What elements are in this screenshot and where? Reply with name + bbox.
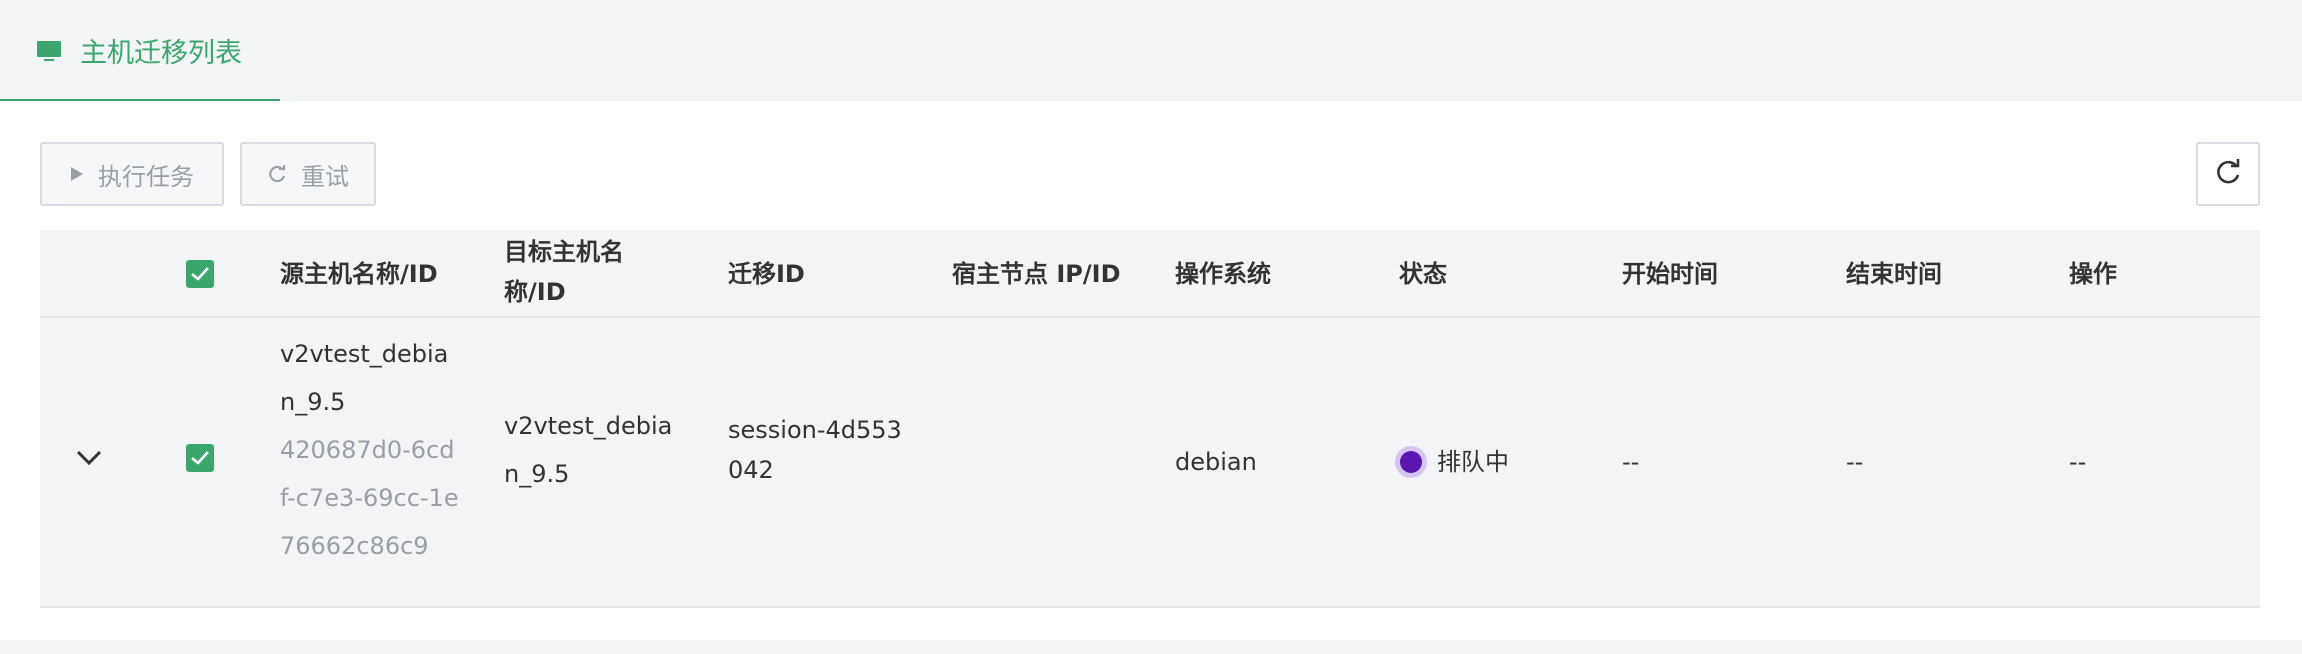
expand-row-chevron-icon[interactable] (76, 450, 102, 470)
refresh-button[interactable] (2196, 142, 2260, 206)
target-host-line1: v2vtest_debia (504, 412, 673, 440)
header-target-host-line2: 称/ID (504, 278, 566, 306)
execute-task-button[interactable]: 执行任务 (40, 142, 224, 206)
header-source-host: 源主机名称/ID (280, 260, 438, 288)
header-start-time: 开始时间 (1622, 260, 1718, 288)
status-value: 排队中 (1437, 448, 1509, 476)
os-value: debian (1175, 448, 1257, 476)
status-indicator-dot (1400, 451, 1422, 473)
row-checkbox[interactable] (186, 444, 214, 472)
source-host-name-line2: n_9.5 (280, 388, 346, 416)
tab-title: 主机迁移列表 (80, 38, 242, 69)
end-time-value: -- (1846, 448, 1864, 476)
check-icon (191, 451, 209, 465)
retry-icon (267, 164, 287, 184)
tab-host-migration-list[interactable]: 主机迁移列表 (0, 0, 280, 101)
header-os: 操作系统 (1175, 260, 1271, 288)
migration-table: 源主机名称/ID 目标主机名 称/ID 迁移ID 宿主节点 IP/ID 操作系统… (40, 230, 2260, 608)
refresh-icon (2213, 157, 2243, 191)
source-host-name-line1: v2vtest_debia (280, 340, 449, 368)
header-host-node: 宿主节点 IP/ID (952, 260, 1121, 288)
tab-bar: 主机迁移列表 (0, 0, 2302, 101)
table-header: 源主机名称/ID 目标主机名 称/ID 迁移ID 宿主节点 IP/ID 操作系统… (40, 230, 2260, 318)
migration-id-line2: 042 (728, 456, 774, 484)
table-row[interactable]: v2vtest_debia n_9.5 420687d0-6cd f-c7e3-… (40, 318, 2260, 608)
target-host-line2: n_9.5 (504, 460, 570, 488)
source-host-id-line1: 420687d0-6cd (280, 436, 455, 464)
source-host-id-line3: 76662c86c9 (280, 532, 429, 560)
check-icon (191, 267, 209, 281)
retry-label: 重试 (301, 162, 349, 191)
start-time-value: -- (1622, 448, 1640, 476)
header-target-host-line1: 目标主机名 (504, 238, 624, 266)
header-migration-id: 迁移ID (728, 260, 805, 288)
actions-value: -- (2069, 448, 2087, 476)
play-icon (70, 166, 84, 182)
execute-task-label: 执行任务 (98, 162, 194, 191)
page-bottom-edge (0, 640, 2302, 654)
migration-id-line1: session-4d553 (728, 416, 902, 444)
header-status: 状态 (1399, 260, 1447, 288)
monitor-icon (36, 38, 62, 64)
select-all-checkbox[interactable] (186, 260, 214, 288)
retry-button[interactable]: 重试 (240, 142, 376, 206)
header-actions: 操作 (2069, 260, 2117, 288)
header-end-time: 结束时间 (1846, 260, 1942, 288)
source-host-id-line2: f-c7e3-69cc-1e (280, 484, 459, 512)
